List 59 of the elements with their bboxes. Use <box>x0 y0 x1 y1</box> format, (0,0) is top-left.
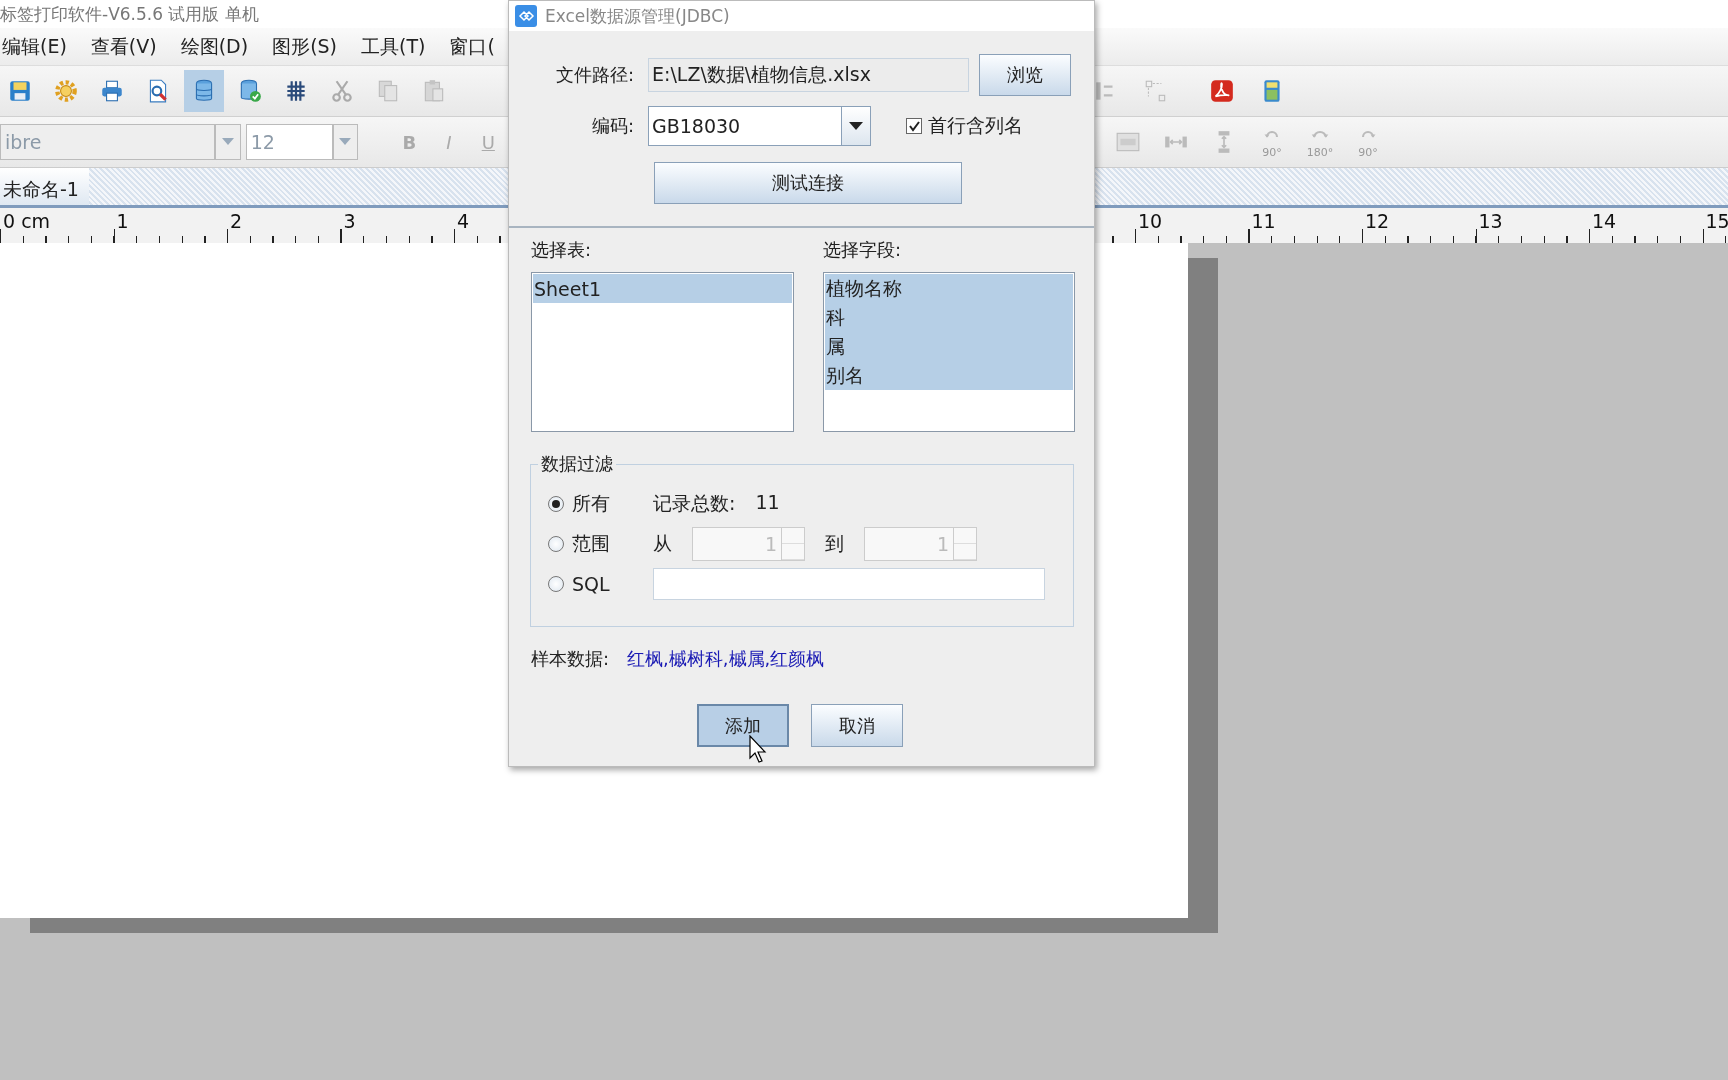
field-label: 文件路径: <box>554 63 634 87</box>
ruler-label: 10 <box>1138 210 1163 232</box>
radio-button[interactable] <box>548 496 564 512</box>
range-label: 从 <box>653 531 672 556</box>
record-count-label: 记录总数: <box>653 491 736 516</box>
ruler-label: 12 <box>1365 210 1390 232</box>
menu-item[interactable]: 工具(T) <box>359 33 428 60</box>
radio-label: 范围 <box>572 531 610 556</box>
checkbox[interactable] <box>906 118 922 134</box>
list-label: 选择表: <box>531 238 593 262</box>
app-title: 标签打印软件-V6.5.6 试用版 单机 <box>0 2 259 26</box>
field-item[interactable]: 植物名称 <box>825 274 1073 303</box>
radio-label: 所有 <box>572 491 610 516</box>
field-label: 编码: <box>590 114 634 138</box>
ruler-label: 14 <box>1592 210 1617 232</box>
menu-item[interactable]: 查看(V) <box>88 33 159 60</box>
menu-item[interactable]: 编辑(E) <box>0 33 69 60</box>
record-count: 11 <box>755 491 780 515</box>
sample-value: 红枫,槭树科,槭属,红颜枫 <box>627 647 825 671</box>
radio-button[interactable] <box>548 576 564 592</box>
ruler-label: 13 <box>1478 210 1503 232</box>
sql-field[interactable] <box>653 568 1045 600</box>
browse-button[interactable]: 浏览 <box>979 54 1071 96</box>
ruler-label: 11 <box>1251 210 1276 232</box>
sample-label: 样本数据: <box>531 647 610 671</box>
cursor-icon <box>749 735 767 763</box>
group-title: 数据过滤 <box>540 452 614 476</box>
test-connection-button[interactable]: 测试连接 <box>654 162 962 204</box>
dropdown-button[interactable] <box>215 124 241 160</box>
ruler-label: 2 <box>230 210 243 232</box>
menu-item[interactable]: 窗口( <box>447 33 497 60</box>
app-icon <box>515 5 537 27</box>
radio-button[interactable] <box>548 536 564 552</box>
ruler-label: 1 <box>116 210 129 232</box>
dropdown-button[interactable] <box>332 124 359 160</box>
ruler-label: 4 <box>457 210 470 232</box>
ruler-label: 0 cm <box>3 210 51 232</box>
radio-label: SQL <box>572 573 610 595</box>
printer-icon[interactable] <box>99 78 125 104</box>
list-label: 选择字段: <box>823 238 903 262</box>
pdf-icon[interactable] <box>1209 78 1235 104</box>
checkbox-label: 首行含列名 <box>928 113 1023 138</box>
dialog-button[interactable]: 添加 <box>697 704 789 747</box>
menu-item[interactable]: 图形(S) <box>270 33 340 60</box>
ruler-label: 15 <box>1705 210 1728 232</box>
dialog-button[interactable]: 取消 <box>811 704 903 747</box>
menu-item[interactable]: 绘图(D) <box>178 33 251 60</box>
document-tab[interactable]: 未命名-1 <box>0 168 89 205</box>
table-item[interactable]: Sheet1 <box>533 274 792 303</box>
field-item[interactable]: 科 <box>825 303 1073 332</box>
dialog-title: Excel数据源管理(JDBC) <box>545 4 730 28</box>
scissors-icon[interactable] <box>329 78 355 104</box>
caret-icon[interactable] <box>849 122 863 130</box>
file-path-field[interactable]: E:\LZ\数据\植物信息.xlsx <box>648 58 969 92</box>
field-item[interactable]: 别名 <box>825 361 1073 390</box>
encoding-dropdown[interactable]: GB18030 <box>648 106 871 146</box>
range-label: 到 <box>825 531 844 556</box>
field-item[interactable]: 属 <box>825 332 1073 361</box>
ruler-label: 3 <box>343 210 356 232</box>
